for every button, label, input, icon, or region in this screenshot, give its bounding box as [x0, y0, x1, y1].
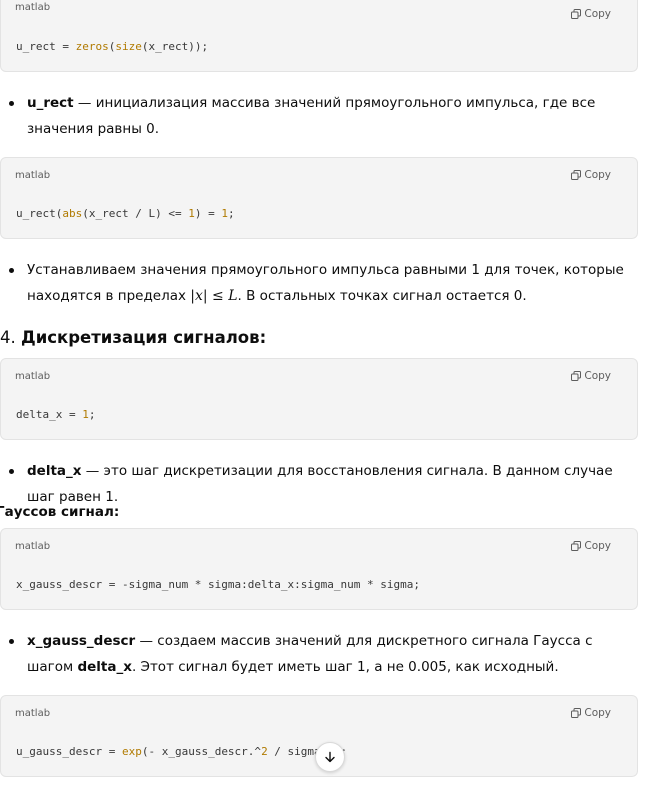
bullet-x-gauss-descr: x_gauss_descr — создаем массив значений …	[9, 628, 637, 680]
code-line: x_gauss_descr = -sigma_num * sigma:delta…	[16, 578, 420, 591]
copy-button[interactable]: Copy	[571, 707, 611, 719]
code-language-label: matlab	[15, 170, 51, 181]
gauss-subheading: Гауссов сигнал:	[0, 504, 120, 520]
term-delta-x: delta_x	[27, 463, 82, 479]
code-language-label: matlab	[15, 371, 51, 382]
copy-label: Copy	[584, 707, 611, 719]
code-block-2: matlab Copy u_rect(abs(x_rect / L) <= 1)…	[0, 157, 638, 239]
bullet-delta-x: delta_x — это шаг дискретизации для восс…	[9, 458, 637, 510]
copy-button[interactable]: Copy	[571, 370, 611, 382]
copy-icon	[571, 541, 582, 551]
term-delta-x: delta_x	[77, 659, 132, 675]
code-language-label: matlab	[15, 2, 51, 13]
copy-icon	[571, 708, 582, 718]
code-language-label: matlab	[15, 541, 51, 552]
code-language-label: matlab	[15, 708, 51, 719]
bullet-u-rect: u_rect — инициализация массива значений …	[9, 90, 637, 142]
scroll-down-button[interactable]	[315, 742, 345, 772]
code-block-1: matlab Copy u_rect = zeros(size(x_rect))…	[0, 0, 638, 72]
copy-button[interactable]: Copy	[571, 8, 611, 20]
copy-icon	[571, 170, 582, 180]
code-line: u_rect = zeros(size(x_rect));	[16, 40, 209, 53]
copy-icon	[571, 371, 582, 381]
math-abs-x-le-l: |x| ≤ L	[190, 288, 238, 304]
code-block-4: matlab Copy x_gauss_descr = -sigma_num *…	[0, 528, 638, 610]
term-x-gauss-descr: x_gauss_descr	[27, 633, 136, 649]
copy-label: Copy	[584, 169, 611, 181]
copy-icon	[571, 9, 582, 19]
bullet-rect-values: Устанавливаем значения прямоугольного им…	[9, 257, 637, 309]
section-heading: 4. Дискретизация сигналов:	[0, 328, 267, 347]
copy-button[interactable]: Copy	[571, 169, 611, 181]
code-line: delta_x = 1;	[16, 408, 96, 421]
copy-button[interactable]: Copy	[571, 540, 611, 552]
term-u-rect: u_rect	[27, 95, 74, 111]
code-line: u_rect(abs(x_rect / L) <= 1) = 1;	[16, 207, 235, 220]
copy-label: Copy	[584, 540, 611, 552]
code-block-3: matlab Copy delta_x = 1;	[0, 358, 638, 440]
copy-label: Copy	[584, 370, 611, 382]
copy-label: Copy	[584, 8, 611, 20]
code-line: u_gauss_descr = exp(- x_gauss_descr.^2 /…	[16, 745, 347, 758]
arrow-down-icon	[325, 751, 335, 763]
